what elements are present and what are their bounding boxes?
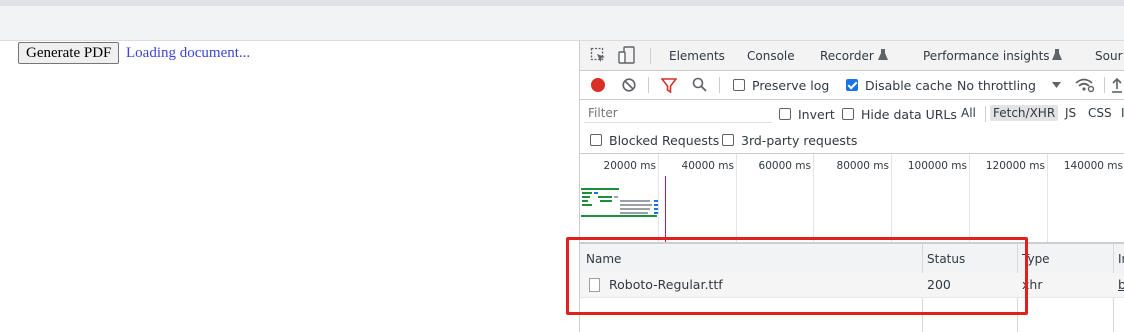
file-icon [589,278,600,292]
hide-data-urls-label: Hide data URLs [861,107,957,122]
import-icon[interactable] [1111,77,1123,93]
filter-bar: Invert Hide data URLs All Fetch/XHR JS C… [580,100,1124,128]
devtools-tab-bar: Elements Console Recorder Performance in… [580,41,1124,71]
third-party-label: 3rd-party requests [741,133,858,148]
timeline-tick: 100000 ms [907,160,967,172]
request-name: Roboto-Regular.ttf [609,277,723,292]
loading-status-text: Loading document... [126,45,251,61]
request-filter-row: Blocked Requests 3rd-party requests [580,129,1124,154]
tab-separator [650,48,651,64]
device-toolbar-icon[interactable] [618,46,636,65]
hide-data-urls-checkbox[interactable] [842,108,854,120]
third-party-checkbox[interactable] [722,134,734,146]
record-icon[interactable] [590,77,606,93]
toolbar-separator [719,77,720,93]
tab-sources[interactable]: Sour [1095,49,1123,63]
search-icon[interactable] [692,77,707,92]
preserve-log-checkbox[interactable] [733,79,745,91]
generate-pdf-button[interactable]: Generate PDF [18,42,120,64]
column-header-name[interactable]: Name [586,252,621,266]
timeline-gridline [813,154,814,242]
blocked-requests-checkbox[interactable] [590,134,602,146]
tab-elements[interactable]: Elements [669,49,725,63]
timeline-tick: 120000 ms [985,160,1045,172]
type-filter-css[interactable]: CSS [1085,105,1115,121]
filter-icon[interactable] [661,78,677,93]
throttling-select[interactable]: No throttling [957,78,1036,93]
timeline-gridline [969,154,970,242]
tab-performance-insights[interactable]: Performance insights [923,49,1050,63]
disable-cache-checkbox[interactable] [846,79,858,91]
invert-checkbox[interactable] [779,108,791,120]
column-header-status[interactable]: Status [927,252,965,266]
request-initiator[interactable]: b [1118,277,1124,292]
flask-icon [1052,49,1062,60]
network-toolbar: Preserve log Disable cache No throttling [580,71,1124,100]
filter-input[interactable] [584,104,772,123]
request-type: xhr [1022,277,1043,292]
type-filter-all[interactable]: All [958,105,979,121]
timeline-overview[interactable]: 20000 ms 40000 ms 60000 ms 80000 ms 1000… [580,154,1124,243]
timeline-tick: 60000 ms [758,160,811,172]
flask-icon [878,49,888,60]
requests-table: Name Status Type In Roboto-Regular.ttf 2… [580,243,1124,332]
devtools-panel: Elements Console Recorder Performance in… [579,41,1124,332]
dropdown-arrow-icon [1052,82,1061,88]
request-status: 200 [927,277,951,292]
timeline-gridline [891,154,892,242]
type-filter-fetch-xhr[interactable]: Fetch/XHR [990,105,1059,121]
wifi-icon[interactable] [1075,76,1095,94]
table-row[interactable]: Roboto-Regular.ttf 200 xhr b [580,273,1124,298]
filter-separator [985,106,986,122]
clear-icon[interactable] [622,78,636,92]
timeline-gridline [1047,154,1048,242]
load-event-marker [665,176,666,242]
network-waterfall-overview [581,188,658,217]
blocked-requests-label: Blocked Requests [609,133,720,148]
timeline-tick: 40000 ms [681,160,734,172]
table-header: Name Status Type In [580,243,1124,274]
toolbar-separator [648,77,649,93]
toolbar-separator [1104,77,1105,93]
invert-label: Invert [798,107,835,122]
tab-recorder[interactable]: Recorder [820,49,874,63]
timeline-tick: 140000 ms [1063,160,1123,172]
preserve-log-label: Preserve log [752,78,830,93]
tab-console[interactable]: Console [747,49,795,63]
disable-cache-label: Disable cache [865,78,953,93]
page-content: Generate PDF Loading document... [0,41,579,332]
timeline-tick: 80000 ms [836,160,889,172]
column-header-type[interactable]: Type [1022,252,1050,266]
timeline-tick: 20000 ms [603,160,656,172]
type-filter-img[interactable]: I [1118,105,1124,121]
type-filter-js[interactable]: JS [1062,105,1079,121]
column-header-initiator[interactable]: In [1118,252,1124,266]
browser-toolbar [0,6,1124,41]
inspect-icon[interactable] [590,47,607,64]
